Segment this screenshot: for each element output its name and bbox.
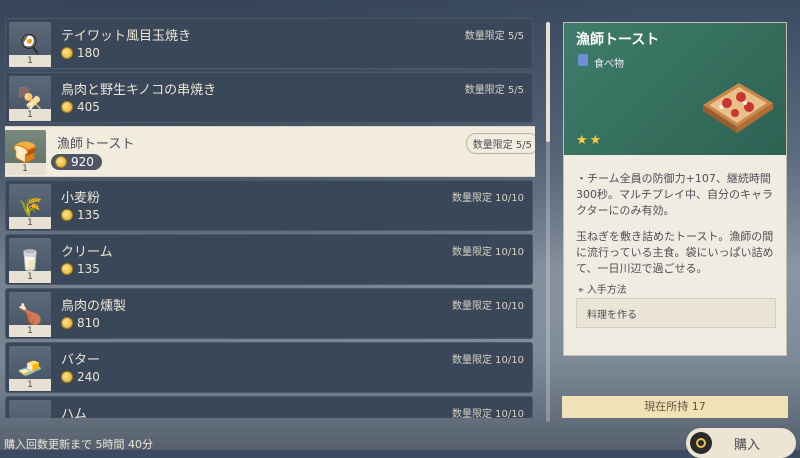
item-quantity: 1 xyxy=(9,271,51,283)
purchase-limit: 数量限定 5/5 xyxy=(464,31,524,42)
purchase-limit: 数量限定 10/10 xyxy=(452,193,524,204)
item-name: クリーム xyxy=(61,245,113,260)
scrollbar-thumb[interactable] xyxy=(546,22,550,142)
item-price: 240 xyxy=(61,370,100,384)
shop-item-row[interactable]: 🌾 1 小麦粉 135 数量限定 10/10 xyxy=(5,180,533,231)
item-price: 180 xyxy=(61,46,100,60)
detail-effect: ・チーム全員の防御力+107、継続時間300秒。マルチプレイ中、自分のキャラクタ… xyxy=(576,172,773,217)
item-price: 920 xyxy=(51,154,102,170)
item-quantity: 1 xyxy=(9,109,51,121)
shop-item-row[interactable]: 🍗 1 鳥肉の燻製 810 数量限定 10/10 xyxy=(5,288,533,339)
shop-item-row[interactable]: ハム 数量限定 10/10 xyxy=(5,396,533,418)
item-quantity: 1 xyxy=(9,379,51,391)
mora-coin-icon xyxy=(61,47,73,59)
item-quantity: 1 xyxy=(9,217,51,229)
item-name: テイワット風目玉焼き xyxy=(61,29,192,44)
item-name: ハム xyxy=(61,407,88,418)
shop-item-list[interactable]: 🍳 1 テイワット風目玉焼き 180 数量限定 5/5 🍢 1 鳥肉と野生キノコの串焼き 405… xyxy=(5,18,535,418)
item-price-value: 810 xyxy=(77,316,100,330)
shop-item-row[interactable]: 🍞 1 漁師トースト 920 数量限定 5/5 xyxy=(5,126,535,177)
rarity-stars: ★★ xyxy=(576,133,604,148)
item-name: 漁師トースト xyxy=(57,137,135,152)
toast-icon xyxy=(703,83,773,133)
item-price-value: 240 xyxy=(77,370,100,384)
shop-item-row[interactable]: 🥛 1 クリーム 135 数量限定 10/10 xyxy=(5,234,533,285)
mora-coin-icon xyxy=(61,101,73,113)
controller-button-icon xyxy=(690,432,712,454)
mora-coin-icon xyxy=(55,156,67,168)
item-quantity: 1 xyxy=(9,55,51,67)
shop-item-row[interactable]: 🧈 1 バター 240 数量限定 10/10 xyxy=(5,342,533,393)
mora-coin-icon xyxy=(61,317,73,329)
item-name: バター xyxy=(61,353,101,368)
purchase-limit: 数量限定 5/5 xyxy=(464,85,524,96)
mora-coin-icon xyxy=(61,209,73,221)
detail-header: 漁師トースト 食べ物 ★★ xyxy=(564,23,786,155)
detail-body: ・チーム全員の防御力+107、継続時間300秒。マルチプレイ中、自分のキャラクタ… xyxy=(576,171,776,287)
item-price-value: 135 xyxy=(77,262,100,276)
detail-title: 漁師トースト xyxy=(576,32,660,48)
mora-coin-icon xyxy=(61,371,73,383)
purchase-limit: 数量限定 10/10 xyxy=(452,247,524,258)
purchase-limit: 数量限定 10/10 xyxy=(452,301,524,312)
item-price-value: 920 xyxy=(71,155,94,169)
purchase-limit: 数量限定 5/5 xyxy=(465,133,535,154)
item-price-value: 180 xyxy=(77,46,100,60)
purchase-limit: 数量限定 10/10 xyxy=(452,355,524,366)
item-price: 405 xyxy=(61,100,100,114)
buy-button[interactable]: 購入 xyxy=(686,428,796,458)
item-name: 鳥肉の燻製 xyxy=(61,299,127,314)
item-name: 小麦粉 xyxy=(61,191,101,206)
source-box: 料理を作る xyxy=(576,298,776,328)
purchase-limit: 数量限定 10/10 xyxy=(452,409,524,418)
mora-coin-icon xyxy=(61,263,73,275)
item-price: 135 xyxy=(61,262,100,276)
item-quantity: 1 xyxy=(5,163,46,175)
food-type-icon xyxy=(578,54,588,66)
item-price: 810 xyxy=(61,316,100,330)
ham-icon xyxy=(9,400,51,418)
item-price-value: 135 xyxy=(77,208,100,222)
item-price-value: 405 xyxy=(77,100,100,114)
detail-type: 食べ物 xyxy=(594,59,624,70)
owned-count: 現在所持 17 xyxy=(562,396,788,418)
detail-description: 玉ねぎを敷き詰めたトースト。漁師の間に流行っている主食。袋にいっぱい詰めて、一日… xyxy=(576,230,774,275)
item-quantity: 1 xyxy=(9,325,51,337)
item-detail-panel: 漁師トースト 食べ物 ★★ ・チーム全員の防御力+107、継続時間300秒。マル… xyxy=(563,22,787,356)
item-name: 鳥肉と野生キノコの串焼き xyxy=(61,83,217,98)
item-price: 135 xyxy=(61,208,100,222)
source-label: ⌖ 入手方法 xyxy=(578,285,627,296)
shop-item-row[interactable]: 🍢 1 鳥肉と野生キノコの串焼き 405 数量限定 5/5 xyxy=(5,72,533,123)
shop-item-row[interactable]: 🍳 1 テイワット風目玉焼き 180 数量限定 5/5 xyxy=(5,18,533,69)
